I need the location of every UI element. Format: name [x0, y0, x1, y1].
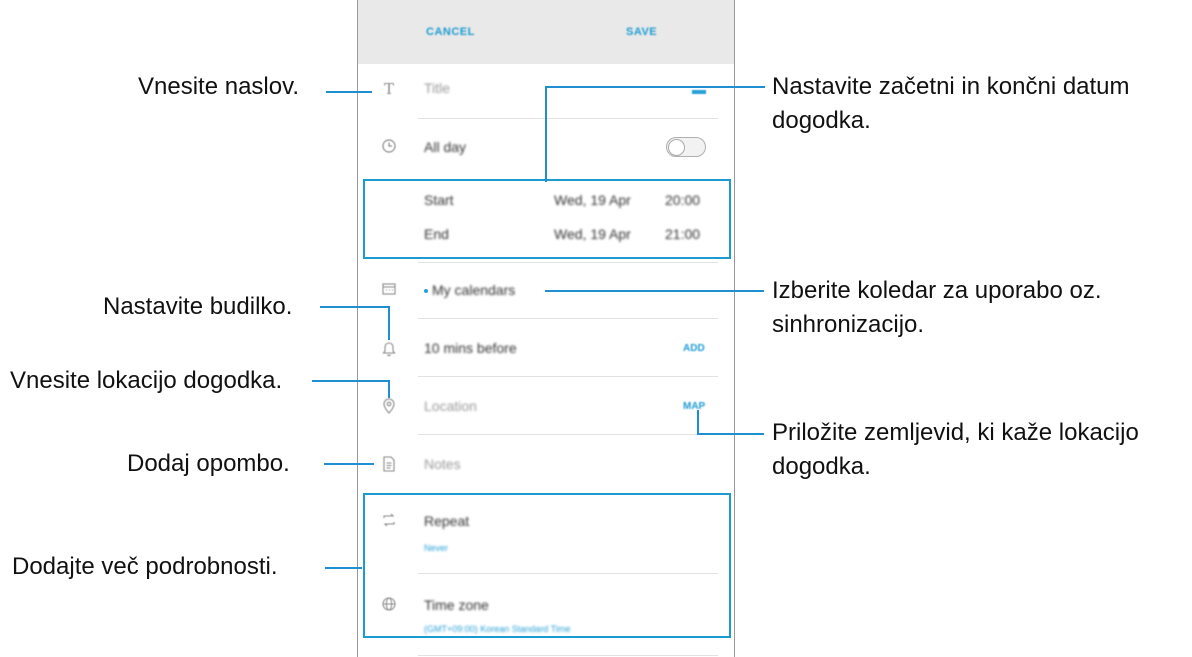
bell-icon [380, 339, 398, 357]
annotation-calendar-line1: Izberite koledar za uporabo oz. [772, 277, 1102, 304]
toggle-knob [668, 139, 685, 156]
location-pin-icon [380, 397, 398, 415]
callout-line-map [697, 410, 699, 434]
callout-line-date [545, 86, 765, 88]
calendar-color-dot [424, 289, 428, 293]
divider [418, 318, 718, 319]
cancel-button[interactable]: CANCEL [426, 26, 475, 38]
annotation-alarm: Nastavite budilko. [103, 293, 293, 320]
allday-toggle[interactable] [666, 137, 706, 157]
title-input[interactable]: Title [424, 80, 450, 96]
callout-line-more [325, 567, 362, 569]
callout-line-location [312, 380, 390, 382]
callout-line-location [388, 380, 390, 398]
divider [418, 118, 718, 119]
annotation-date-line2: dogodka. [772, 107, 871, 134]
location-input[interactable]: Location [424, 398, 477, 414]
annotation-location: Vnesite lokacijo dogodka. [10, 367, 283, 394]
calendar-icon [380, 281, 398, 299]
notes-input[interactable]: Notes [424, 456, 461, 472]
callout-line-alarm [388, 306, 390, 340]
annotation-calendar-line2: sinhronizacijo. [772, 311, 925, 338]
calendar-selector[interactable]: My calendars [432, 282, 515, 298]
annotation-map-line2: dogodka. [772, 453, 871, 480]
alarm-value[interactable]: 10 mins before [424, 340, 517, 356]
callout-line-notes [324, 463, 374, 465]
action-bar: CANCEL SAVE [358, 0, 734, 64]
annotation-notes: Dodaj opombo. [127, 450, 290, 477]
divider [418, 655, 718, 656]
annotation-title: Vnesite naslov. [138, 73, 299, 100]
more-details-highlight [363, 493, 731, 638]
annotation-map-line1: Priložite zemljevid, ki kaže lokacijo [772, 419, 1139, 446]
allday-label: All day [424, 139, 467, 155]
annotation-date-line1: Nastavite začetni in končni datum [772, 73, 1130, 100]
title-color-swatch[interactable] [692, 90, 706, 94]
note-icon [380, 455, 398, 473]
divider [418, 434, 718, 435]
annotation-more: Dodajte več podrobnosti. [12, 553, 278, 580]
callout-line-title [326, 91, 372, 93]
text-icon: T [383, 80, 394, 98]
divider [418, 262, 718, 263]
save-button[interactable]: SAVE [626, 26, 657, 38]
add-alarm-button[interactable]: ADD [683, 343, 705, 354]
callout-line-calendar [545, 290, 764, 292]
clock-icon [380, 138, 398, 156]
callout-line-date [545, 86, 547, 182]
divider [418, 376, 718, 377]
callout-line-map [697, 433, 764, 435]
date-range-highlight [363, 179, 731, 259]
map-button[interactable]: MAP [683, 401, 705, 412]
callout-line-alarm [320, 306, 390, 308]
